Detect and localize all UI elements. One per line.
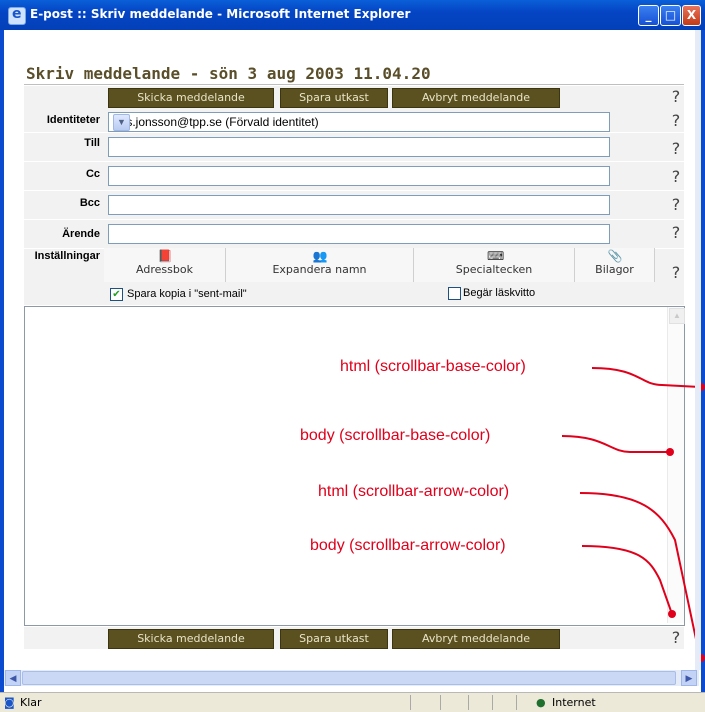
bcc-input[interactable] [109, 197, 607, 213]
cc-field[interactable] [108, 166, 610, 186]
help-icon[interactable]: ? [669, 224, 683, 242]
bottom-action-bar: Skicka meddelande Spara utkast Avbryt me… [24, 627, 684, 649]
to-label: Till [84, 137, 100, 149]
maximize-button[interactable]: □ [660, 5, 681, 26]
ie-icon [8, 6, 26, 25]
to-field[interactable] [108, 137, 610, 157]
message-body[interactable]: ▲ [24, 306, 685, 626]
identity-selected-value: lars.jonsson@tpp.se (Förvald identitet) [113, 115, 319, 129]
bcc-row: Bcc [24, 191, 684, 219]
minimize-button[interactable]: _ [638, 5, 659, 26]
help-icon[interactable]: ? [669, 140, 683, 158]
save-copy-label: Spara kopia i "sent-mail" [127, 288, 247, 300]
expand-names-button[interactable]: 👥 Expandera namn [226, 248, 414, 282]
top-action-bar: Skicka meddelande Spara utkast Avbryt me… [24, 86, 684, 108]
page-icon: ◙ [4, 696, 15, 709]
window-titlebar: E-post :: Skriv meddelande - Microsoft I… [0, 0, 705, 30]
special-chars-label: Specialtecken [455, 263, 533, 276]
expand-names-label: Expandera namn [272, 263, 367, 276]
keyboard-icon: ⌨ [487, 249, 505, 263]
save-draft-button-bottom[interactable]: Spara utkast [280, 629, 388, 649]
identities-label: Identiteter [46, 114, 100, 126]
subject-row: Ärende [24, 220, 684, 248]
settings-toolbar: 📕 Adressbok 👥 Expandera namn ⌨ Specialte… [104, 248, 655, 282]
scroll-right-icon[interactable]: ▶ [681, 670, 697, 686]
message-body-scrollbar[interactable]: ▲ [667, 307, 685, 623]
help-icon[interactable]: ? [669, 196, 683, 214]
address-book-icon: 📕 [157, 249, 173, 263]
settings-label: Inställningar [34, 250, 100, 262]
annotation-body-arrow: body (scrollbar-arrow-color) [310, 537, 506, 554]
status-divider [468, 695, 469, 710]
address-book-label: Adressbok [136, 263, 193, 276]
close-button[interactable]: X [682, 5, 701, 26]
window-title: E-post :: Skriv meddelande - Microsoft I… [30, 7, 411, 21]
annotation-body-base: body (scrollbar-base-color) [300, 427, 491, 444]
bcc-field[interactable] [108, 195, 610, 215]
subject-field[interactable] [108, 224, 610, 244]
annotation-html-arrow: html (scrollbar-arrow-color) [318, 483, 510, 500]
paperclip-icon: 📎 [607, 249, 623, 263]
help-icon[interactable]: ? [669, 168, 683, 186]
cc-input[interactable] [109, 168, 607, 184]
status-bar: ◙ Klar ● Internet [0, 692, 705, 712]
attachments-label: Bilagor [595, 263, 634, 276]
annotation-html-base: html (scrollbar-base-color) [340, 358, 526, 375]
help-icon[interactable]: ? [669, 112, 683, 130]
address-book-button[interactable]: 📕 Adressbok [104, 248, 226, 282]
page-horizontal-scrollbar[interactable]: ◀ ▶ [4, 670, 699, 686]
cancel-button-top[interactable]: Avbryt meddelande [392, 88, 560, 108]
help-icon[interactable]: ? [669, 629, 683, 647]
cc-row: Cc [24, 162, 684, 190]
scroll-left-icon[interactable]: ◀ [5, 670, 21, 686]
cancel-button-bottom[interactable]: Avbryt meddelande [392, 629, 560, 649]
subject-input[interactable] [109, 226, 607, 242]
subject-label: Ärende [62, 228, 100, 240]
read-receipt-label: Begär läskvitto [463, 287, 536, 299]
to-input[interactable] [109, 139, 607, 155]
save-draft-button-top[interactable]: Spara utkast [280, 88, 388, 108]
globe-icon: ● [536, 696, 546, 709]
attachments-button[interactable]: 📎 Bilagor [575, 248, 655, 282]
page-title: Skriv meddelande - sön 3 aug 2003 11.04.… [26, 64, 431, 83]
send-button-bottom[interactable]: Skicka meddelande [108, 629, 274, 649]
status-divider [440, 695, 441, 710]
special-chars-button[interactable]: ⌨ Specialtecken [414, 248, 575, 282]
identity-select[interactable]: lars.jonsson@tpp.se (Förvald identitet) … [108, 112, 610, 132]
status-divider [492, 695, 493, 710]
read-receipt-checkbox[interactable] [448, 287, 461, 300]
status-divider [410, 695, 411, 710]
page-vertical-scrollbar[interactable] [695, 30, 701, 670]
status-text: Klar [20, 696, 42, 709]
zone-text: Internet [552, 696, 596, 709]
save-copy-checkbox[interactable]: ✔ [110, 288, 123, 301]
to-row: Till [24, 133, 684, 161]
scroll-thumb[interactable] [22, 671, 676, 685]
chevron-down-icon[interactable]: ▼ [113, 114, 130, 131]
send-button-top[interactable]: Skicka meddelande [108, 88, 274, 108]
bcc-label: Bcc [79, 197, 100, 209]
scroll-up-icon[interactable]: ▲ [669, 308, 685, 324]
cc-label: Cc [85, 168, 100, 180]
window-border-right [701, 30, 705, 711]
people-icon: 👥 [312, 249, 328, 263]
annotation-marker [666, 448, 674, 456]
title-divider [24, 84, 684, 85]
annotation-marker [668, 610, 676, 618]
help-icon[interactable]: ? [669, 264, 683, 282]
help-icon[interactable]: ? [669, 88, 683, 106]
status-divider [516, 695, 517, 710]
